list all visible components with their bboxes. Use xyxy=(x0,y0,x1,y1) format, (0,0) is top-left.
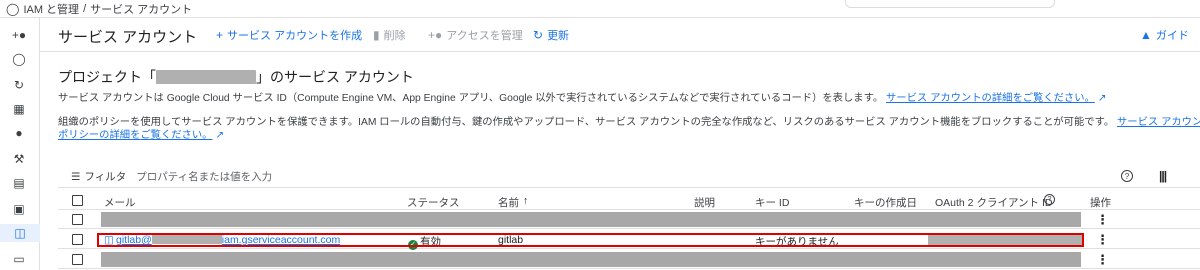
more-actions-icon[interactable]: ⋮ xyxy=(1096,232,1109,248)
filter-bar: ☰ フィルタ プロパティ名または値を入力 ? ||| xyxy=(58,166,1200,188)
org-policy-link-line1[interactable]: サービス アカウントの組織の xyxy=(1117,117,1200,128)
school-icon: ▲ xyxy=(1140,28,1152,42)
refresh-button[interactable]: ↻ 更新 xyxy=(533,27,569,43)
breadcrumb-root[interactable]: IAM と管理 xyxy=(23,1,79,17)
oauth-help-icon[interactable]: ? xyxy=(1044,194,1055,205)
col-description: 説明 xyxy=(694,197,715,209)
redacted-project-name xyxy=(156,70,256,84)
shield-icon[interactable]: ◯ xyxy=(10,50,28,68)
refresh-label: 更新 xyxy=(547,30,570,42)
guide-label: ガイド xyxy=(1155,30,1189,42)
create-service-account-button[interactable]: + サービス アカウントを作成 xyxy=(216,27,362,43)
account-icon[interactable]: ● xyxy=(10,124,28,142)
create-label: サービス アカウントを作成 xyxy=(227,30,363,42)
more-actions-icon[interactable]: ⋮ xyxy=(1096,252,1109,268)
intro-text-2: 組織のポリシーを使用してサービス アカウントを保護できます。IAM ロールの自動… xyxy=(58,117,1115,128)
wrench-icon[interactable]: ⚒ xyxy=(10,150,28,168)
main-content: サービス アカウント + サービス アカウントを作成 ▮ 削除 +● アクセスを… xyxy=(40,18,1200,270)
table-header: メール ステータス 名前 ↑ 説明 キー ID キーの作成日 OAuth 2 ク… xyxy=(58,192,1200,210)
col-oauth-client-id: OAuth 2 クライアント ID xyxy=(935,197,1053,209)
title-prefix: プロジェクト「 xyxy=(58,69,156,85)
guide-button[interactable]: ▲ ガイド xyxy=(1140,27,1189,43)
refresh-icon: ↻ xyxy=(533,28,544,42)
audit-icon[interactable]: ▤ xyxy=(10,174,28,192)
filter-icon[interactable]: ☰ xyxy=(71,171,80,183)
iam-shield-icon: ◯ xyxy=(6,1,20,16)
breadcrumb-current: サービス アカウント xyxy=(90,3,193,16)
col-name[interactable]: 名前 xyxy=(498,195,519,210)
page-title: サービス アカウント xyxy=(58,29,198,46)
col-email[interactable]: メール xyxy=(104,195,136,210)
redacted-row xyxy=(101,212,1081,227)
redacted-row xyxy=(101,252,1081,267)
plus-icon: + xyxy=(216,28,224,42)
help-icon[interactable]: ? xyxy=(1121,170,1133,182)
sort-arrow-icon[interactable]: ↑ xyxy=(523,195,528,207)
col-key-id: キー ID xyxy=(755,197,790,209)
delete-button[interactable]: ▮ 削除 xyxy=(373,27,406,43)
col-status[interactable]: ステータス xyxy=(407,195,460,210)
side-rail: +● ◯ ↻ ▦ ● ⚒ ▤ ▣ ◫ ▭ xyxy=(0,18,40,270)
learn-more-link[interactable]: サービス アカウントの詳細をご覧ください。 xyxy=(886,93,1095,104)
org-policy-link-line2[interactable]: ポリシーの詳細をご覧ください。 xyxy=(58,130,212,141)
manage-access-button[interactable]: +● アクセスを管理 xyxy=(428,27,523,43)
breadcrumb-separator: / xyxy=(83,2,87,15)
top-breadcrumb-bar: ◯ IAM と管理 / サービス アカウント xyxy=(0,0,1200,18)
intro-text-1: サービス アカウントは Google Cloud サービス ID（Compute… xyxy=(58,93,884,104)
delete-label: 削除 xyxy=(383,30,406,42)
page-header: サービス アカウント + サービス アカウントを作成 ▮ 削除 +● アクセスを… xyxy=(40,18,1200,52)
table-row: ⋮ xyxy=(58,211,1200,229)
policy-icon[interactable]: ↻ xyxy=(10,76,28,94)
column-display-icon[interactable]: ||| xyxy=(1159,169,1167,183)
row-checkbox[interactable] xyxy=(72,234,83,245)
filter-input[interactable]: プロパティ名または値を入力 xyxy=(136,169,272,184)
access-label: アクセスを管理 xyxy=(446,30,523,42)
filter-label[interactable]: フィルタ xyxy=(84,169,126,184)
col-key-created: キーの作成日 xyxy=(854,197,917,209)
section-title: プロジェクト「 」のサービス アカウント xyxy=(58,67,414,87)
building-icon[interactable]: ▦ xyxy=(10,100,28,118)
table-row: ⋮ xyxy=(58,251,1200,269)
title-suffix: 」のサービス アカウント xyxy=(256,69,414,85)
intro-paragraph-2-cont: ポリシーの詳細をご覧ください。 ↗ xyxy=(58,129,224,142)
note-icon[interactable]: ▣ xyxy=(10,200,28,218)
search-box[interactable] xyxy=(845,0,1055,8)
intro-paragraph-1: サービス アカウントは Google Cloud サービス ID（Compute… xyxy=(58,92,1106,105)
more-actions-icon[interactable]: ⋮ xyxy=(1096,212,1109,228)
external-link-icon: ↗ xyxy=(215,130,224,141)
row-checkbox[interactable] xyxy=(72,214,83,225)
table-row-gitlab: ◫ gitlab@ iam.gserviceaccount.com ✓ 有効 git… xyxy=(58,231,1200,250)
add-person-icon: +● xyxy=(428,28,443,42)
highlight-box xyxy=(97,233,1084,247)
trash-icon: ▮ xyxy=(373,28,380,42)
add-person-icon[interactable]: +● xyxy=(10,26,28,44)
select-all-checkbox[interactable] xyxy=(72,195,83,206)
intro-paragraph-2: 組織のポリシーを使用してサービス アカウントを保護できます。IAM ロールの自動… xyxy=(58,116,1200,129)
service-accounts-icon[interactable]: ◫ xyxy=(0,224,40,242)
row-checkbox[interactable] xyxy=(72,254,83,265)
col-actions: 操作 xyxy=(1090,197,1111,209)
labels-icon[interactable]: ▭ xyxy=(10,250,28,268)
external-link-icon: ↗ xyxy=(1097,93,1107,104)
